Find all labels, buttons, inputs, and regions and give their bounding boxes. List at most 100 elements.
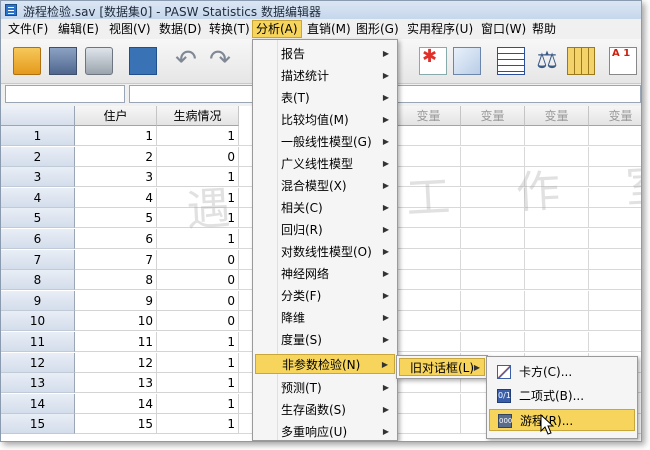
cell-shengbing[interactable]: 0 xyxy=(157,290,239,311)
menu-data[interactable]: 数据(D) xyxy=(156,21,205,37)
empty-cell[interactable] xyxy=(461,187,525,208)
menu-help[interactable]: 帮助 xyxy=(529,21,559,37)
menu-item-neural-networks[interactable]: 神经网络 ▶ xyxy=(255,264,395,284)
empty-cell[interactable] xyxy=(525,332,589,352)
chart-icon[interactable] xyxy=(453,47,481,75)
cell-zhuhu[interactable]: 14 xyxy=(75,393,157,414)
empty-cell[interactable] xyxy=(525,290,589,311)
undo-icon[interactable]: ↶ xyxy=(173,47,199,75)
empty-cell[interactable] xyxy=(525,187,589,208)
empty-cell[interactable] xyxy=(589,229,641,249)
menu-item-descriptive-statistics[interactable]: 描述统计 ▶ xyxy=(255,66,395,86)
value-labels-icon[interactable]: A 1 xyxy=(609,47,637,75)
menu-item-binomial[interactable]: 0/1 二项式(B)... xyxy=(489,385,635,407)
menu-file[interactable]: 文件(F) xyxy=(5,21,51,37)
cell-shengbing[interactable]: 0 xyxy=(157,249,239,270)
empty-cell[interactable] xyxy=(525,229,589,249)
row-header[interactable]: 2 xyxy=(1,146,75,167)
menu-item-forecasting[interactable]: 预测(T) ▶ xyxy=(255,378,395,398)
open-folder-icon[interactable] xyxy=(13,47,41,75)
menu-item-nonparametric-tests[interactable]: 非参数检验(N) ▶ xyxy=(255,354,395,374)
empty-cell[interactable] xyxy=(461,290,525,311)
empty-cell[interactable] xyxy=(525,249,589,270)
menu-item-generalized-linear-models[interactable]: 广义线性模型 ▶ xyxy=(255,154,395,174)
cell-shengbing[interactable]: 1 xyxy=(157,373,239,394)
menu-item-regression[interactable]: 回归(R) ▶ xyxy=(255,220,395,240)
save-icon[interactable] xyxy=(49,47,77,75)
empty-cell[interactable] xyxy=(461,208,525,229)
row-header[interactable]: 13 xyxy=(1,373,75,394)
empty-cell[interactable] xyxy=(589,270,641,291)
cell-zhuhu[interactable]: 9 xyxy=(75,290,157,311)
cell-zhuhu[interactable]: 2 xyxy=(75,146,157,167)
menu-item-mixed-models[interactable]: 混合模型(X) ▶ xyxy=(255,176,395,196)
cell-shengbing[interactable]: 1 xyxy=(157,167,239,188)
empty-cell[interactable] xyxy=(525,270,589,291)
grid-corner[interactable] xyxy=(1,106,75,126)
cell-reference-box[interactable] xyxy=(5,85,125,103)
menu-window[interactable]: 窗口(W) xyxy=(478,21,529,37)
cell-zhuhu[interactable]: 10 xyxy=(75,311,157,332)
row-header[interactable]: 14 xyxy=(1,393,75,414)
empty-cell[interactable] xyxy=(461,249,525,270)
row-header[interactable]: 15 xyxy=(1,414,75,435)
column-header-var[interactable]: 变量 xyxy=(525,106,589,126)
column-header-zhuhu[interactable]: 住户 xyxy=(75,106,157,126)
menu-item-legacy-dialogs[interactable]: 旧对话框(L) ▶ xyxy=(399,358,485,376)
empty-cell[interactable] xyxy=(589,208,641,229)
empty-cell[interactable] xyxy=(589,311,641,332)
row-header[interactable]: 8 xyxy=(1,270,75,291)
empty-cell[interactable] xyxy=(461,146,525,167)
cell-shengbing[interactable]: 1 xyxy=(157,187,239,208)
cell-zhuhu[interactable]: 8 xyxy=(75,270,157,291)
empty-cell[interactable] xyxy=(525,126,589,146)
cell-shengbing[interactable]: 0 xyxy=(157,311,239,332)
menu-item-reports[interactable]: 报告 ▶ xyxy=(255,44,395,64)
empty-cell[interactable] xyxy=(397,187,461,208)
balance-scale-icon[interactable]: ⚖ xyxy=(533,47,561,75)
cell-zhuhu[interactable]: 12 xyxy=(75,352,157,373)
menu-item-compare-means[interactable]: 比较均值(M) ▶ xyxy=(255,110,395,130)
menu-item-classify[interactable]: 分类(F) ▶ xyxy=(255,286,395,306)
menu-item-general-linear-model[interactable]: 一般线性模型(G) ▶ xyxy=(255,132,395,152)
cell-shengbing[interactable]: 1 xyxy=(157,126,239,146)
cell-shengbing[interactable]: 1 xyxy=(157,208,239,229)
empty-cell[interactable] xyxy=(525,311,589,332)
menu-transform[interactable]: 转换(T) xyxy=(206,21,253,37)
menu-direct-marketing[interactable]: 直销(M) xyxy=(304,21,354,37)
column-header-var[interactable]: 变量 xyxy=(589,106,641,126)
empty-cell[interactable] xyxy=(461,311,525,332)
empty-cell[interactable] xyxy=(461,126,525,146)
menu-graphs[interactable]: 图形(G) xyxy=(353,21,402,37)
empty-cell[interactable] xyxy=(397,311,461,332)
row-header[interactable]: 10 xyxy=(1,311,75,332)
cell-zhuhu[interactable]: 15 xyxy=(75,414,157,435)
cell-shengbing[interactable]: 1 xyxy=(157,414,239,435)
menu-item-correlate[interactable]: 相关(C) ▶ xyxy=(255,198,395,218)
empty-cell[interactable] xyxy=(397,208,461,229)
row-header[interactable]: 1 xyxy=(1,126,75,146)
cell-shengbing[interactable]: 0 xyxy=(157,270,239,291)
empty-cell[interactable] xyxy=(461,167,525,188)
empty-cell[interactable] xyxy=(589,332,641,352)
menu-item-loglinear[interactable]: 对数线性模型(O) ▶ xyxy=(255,242,395,262)
row-header[interactable]: 9 xyxy=(1,290,75,311)
empty-cell[interactable] xyxy=(397,290,461,311)
cell-zhuhu[interactable]: 5 xyxy=(75,208,157,229)
cell-shengbing[interactable]: 1 xyxy=(157,393,239,414)
empty-cell[interactable] xyxy=(589,167,641,188)
cell-zhuhu[interactable]: 11 xyxy=(75,332,157,352)
menu-item-dimension-reduction[interactable]: 降维 ▶ xyxy=(255,308,395,328)
empty-cell[interactable] xyxy=(589,187,641,208)
empty-cell[interactable] xyxy=(461,332,525,352)
menu-item-scale[interactable]: 度量(S) ▶ xyxy=(255,330,395,350)
empty-cell[interactable] xyxy=(589,146,641,167)
menu-item-tables[interactable]: 表(T) ▶ xyxy=(255,88,395,108)
cell-zhuhu[interactable]: 3 xyxy=(75,167,157,188)
redo-icon[interactable]: ↷ xyxy=(207,47,233,75)
cell-shengbing[interactable]: 1 xyxy=(157,332,239,352)
empty-cell[interactable] xyxy=(397,126,461,146)
row-header[interactable]: 3 xyxy=(1,167,75,188)
empty-cell[interactable] xyxy=(397,249,461,270)
row-header[interactable]: 12 xyxy=(1,352,75,373)
